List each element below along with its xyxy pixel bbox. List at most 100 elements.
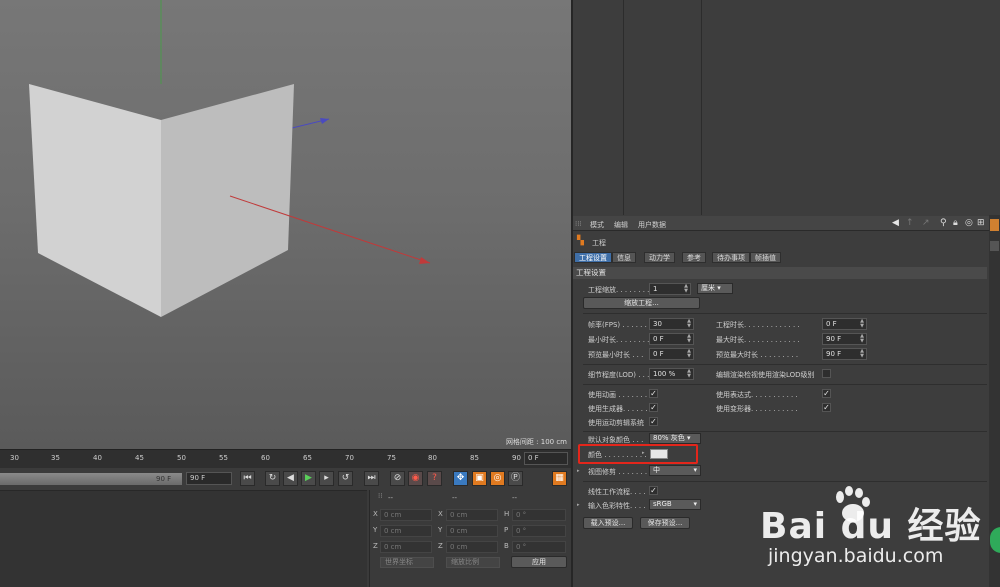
coord-header: -- [512, 494, 518, 502]
object-manager[interactable] [571, 0, 1000, 215]
expand-arrow-icon[interactable]: ▸ [577, 502, 580, 508]
use-motion-clip-label: 使用运动剪辑系统 [588, 419, 644, 427]
side-tab-icon[interactable] [990, 241, 999, 251]
viewport[interactable]: 网格间距 : 100 cm [0, 0, 571, 449]
size-x-field[interactable]: 0 cm [446, 509, 498, 521]
size-z-field[interactable]: 0 cm [446, 541, 498, 553]
stepper-icon[interactable]: ▲ ▼ [687, 334, 691, 344]
rot-b-field[interactable]: 0 ° [512, 541, 566, 553]
project-tab-icon[interactable] [990, 219, 999, 231]
tick-label: 75 [387, 454, 396, 462]
go-to-end-icon[interactable]: ⏭ [364, 471, 379, 486]
rot-h-field[interactable]: 0 ° [512, 509, 566, 521]
forward-arrow-icon[interactable]: ↑ [906, 218, 914, 228]
timeline-ruler[interactable]: 30 35 40 45 50 55 60 65 70 75 80 85 90 [0, 449, 571, 468]
pos-x-field[interactable]: 0 cm [380, 509, 432, 521]
menu-userdata[interactable]: 用户数据 [638, 220, 666, 230]
stepper-icon[interactable]: ▲ ▼ [860, 334, 864, 344]
current-frame-field[interactable]: 0 F [524, 452, 568, 465]
input-color-dropdown[interactable]: sRGB ▾ [649, 499, 701, 510]
stepper-icon[interactable]: ▲ ▼ [684, 284, 688, 294]
pos-z-field[interactable]: 0 cm [380, 541, 432, 553]
use-motion-clip-checkbox[interactable]: ✓ [649, 417, 658, 426]
use-deformer-checkbox[interactable]: ✓ [822, 403, 831, 412]
go-to-start-icon[interactable]: ⏮ [240, 471, 255, 486]
watermark-logo: Bai du 经验 [760, 506, 982, 547]
previous-key-icon[interactable]: ↻ [265, 471, 280, 486]
unit-value: 厘米 [701, 284, 715, 292]
chevron-down-icon: ▾ [717, 284, 721, 292]
coord-label: Y [438, 526, 443, 534]
timeline-icon[interactable]: ▦ [552, 471, 567, 486]
material-panel [0, 490, 367, 587]
end-frame-field[interactable]: 90 F [186, 472, 232, 485]
stepper-icon[interactable]: ▲ ▼ [860, 319, 864, 329]
param-key-icon[interactable]: Ⓟ [508, 471, 523, 486]
tab-dynamics[interactable]: 动力学 [644, 252, 675, 263]
move-key-icon[interactable]: ✥ [453, 471, 468, 486]
project-time-field[interactable]: 0 F ▲ ▼ [822, 318, 867, 330]
max-time-field[interactable]: 90 F ▲ ▼ [822, 333, 867, 345]
chevron-down-icon: ▾ [693, 466, 697, 474]
stepper-icon[interactable]: ▲ ▼ [687, 319, 691, 329]
unit-dropdown[interactable]: 厘米 ▾ [697, 283, 733, 294]
attr-title: 工程 [592, 239, 606, 247]
keyframe-icon[interactable]: ? [427, 471, 442, 486]
menu-mode[interactable]: 模式 [590, 220, 604, 230]
history-icon[interactable]: ↗ [922, 218, 930, 228]
preview-min-field[interactable]: 0 F ▲ ▼ [649, 348, 694, 360]
expand-arrow-icon[interactable]: ▸ [577, 468, 580, 474]
use-generator-checkbox[interactable]: ✓ [649, 403, 658, 412]
size-y-field[interactable]: 0 cm [446, 525, 498, 537]
menu-edit[interactable]: 编辑 [614, 220, 628, 230]
stepper-icon[interactable]: ▲ ▼ [860, 349, 864, 359]
coord-label: Z [373, 542, 378, 550]
coord-scale-dropdown[interactable]: 缩放比例 [446, 557, 500, 568]
apply-button[interactable]: 应用 [511, 556, 567, 568]
load-preset-button[interactable]: 载入预设... [583, 517, 633, 529]
preview-max-value: 90 F [826, 350, 842, 358]
rot-p-field[interactable]: 0 ° [512, 525, 566, 537]
time-slider[interactable] [0, 473, 182, 485]
auto-key-icon[interactable]: ◉ [408, 471, 423, 486]
render-lod-checkbox[interactable] [822, 369, 831, 378]
stepper-icon[interactable]: ▲ ▼ [687, 369, 691, 379]
rotate-key-icon[interactable]: ◎ [490, 471, 505, 486]
tick-label: 70 [345, 454, 354, 462]
scale-project-button[interactable]: 缩放工程... [583, 297, 700, 309]
search-icon[interactable]: ⚲ [940, 218, 947, 228]
preview-max-field[interactable]: 90 F ▲ ▼ [822, 348, 867, 360]
default-color-dropdown[interactable]: 80% 灰色 ▾ [649, 433, 701, 444]
play-backward-icon[interactable]: ◀ [283, 471, 298, 486]
use-expression-checkbox[interactable]: ✓ [822, 389, 831, 398]
loop-icon[interactable]: ↺ [338, 471, 353, 486]
use-animation-checkbox[interactable]: ✓ [649, 389, 658, 398]
next-frame-icon[interactable]: ▸ [319, 471, 334, 486]
view-clip-dropdown[interactable]: 中 ▾ [649, 465, 701, 476]
lock-icon[interactable]: 🔒︎ [953, 218, 958, 228]
tab-frame-interpolation[interactable]: 帧插值 [750, 252, 781, 263]
linear-workflow-checkbox[interactable]: ✓ [649, 486, 658, 495]
tick-label: 55 [219, 454, 228, 462]
lod-field[interactable]: 100 % ▲ ▼ [649, 368, 694, 380]
record-icon[interactable]: ⊘ [390, 471, 405, 486]
tab-project-settings[interactable]: 工程设置 [574, 252, 612, 263]
tab-reference[interactable]: 参考 [682, 252, 706, 263]
scene-canvas[interactable] [0, 0, 571, 449]
tick-label: 65 [303, 454, 312, 462]
scale-key-icon[interactable]: ▣ [472, 471, 487, 486]
view-clip-value: 中 [653, 466, 660, 474]
target-icon[interactable]: ◎ [965, 218, 973, 228]
fps-field[interactable]: 30 ▲ ▼ [649, 318, 694, 330]
coord-space-dropdown[interactable]: 世界坐标 [380, 557, 434, 568]
save-preset-button[interactable]: 保存预设... [640, 517, 690, 529]
back-arrow-icon[interactable]: ◀ [892, 218, 899, 228]
pos-y-field[interactable]: 0 cm [380, 525, 432, 537]
tab-todo[interactable]: 待办事项 [712, 252, 750, 263]
min-time-field[interactable]: 0 F ▲ ▼ [649, 333, 694, 345]
tab-info[interactable]: 信息 [612, 252, 636, 263]
project-scale-field[interactable]: 1 ▲ ▼ [649, 283, 691, 295]
play-icon[interactable]: ▶ [301, 471, 316, 486]
new-panel-icon[interactable]: ⊞ [977, 218, 985, 228]
stepper-icon[interactable]: ▲ ▼ [687, 349, 691, 359]
